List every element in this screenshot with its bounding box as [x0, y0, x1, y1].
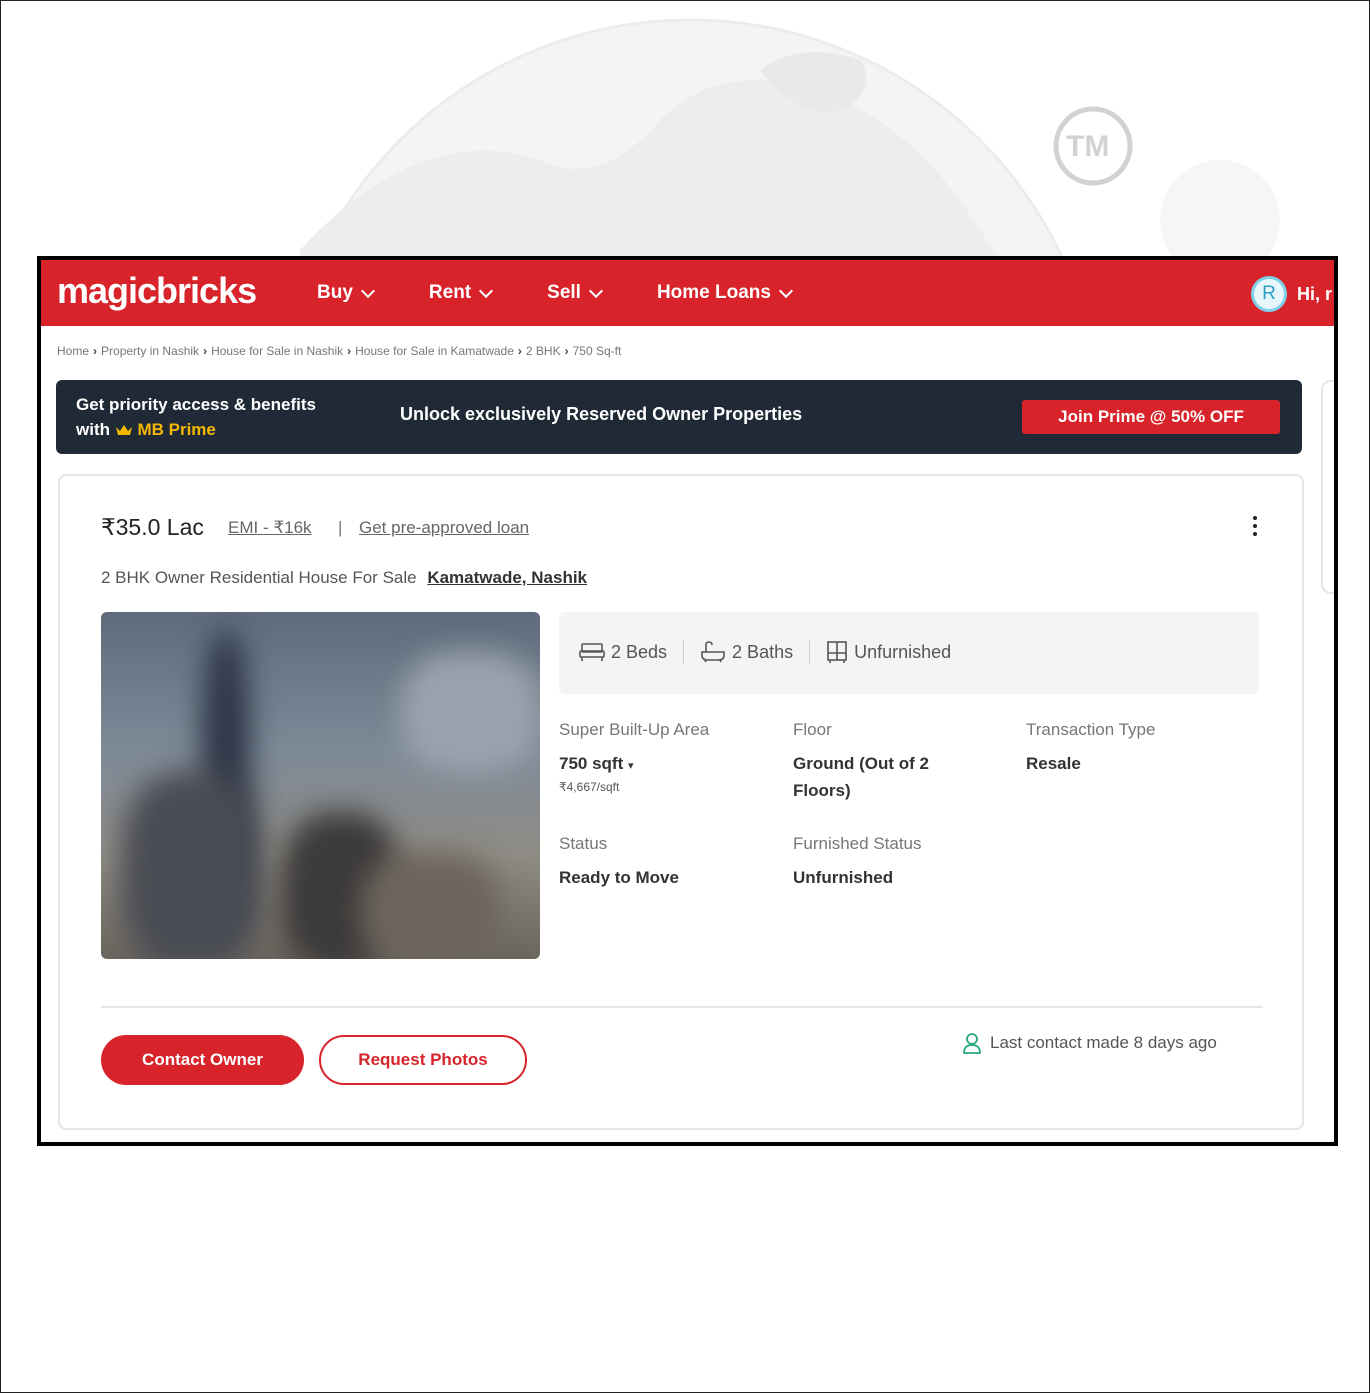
amenity-divider	[809, 640, 811, 664]
baths-label: 2 Baths	[732, 641, 794, 662]
spec-transaction: Transaction Type Resale	[1026, 720, 1246, 777]
request-photos-button[interactable]: Request Photos	[319, 1035, 527, 1085]
locality-link[interactable]: Kamatwade, Nashik	[427, 568, 587, 587]
spec-area: Super Built-Up Area 750 sqft ▾ ₹4,667/sq…	[559, 720, 779, 794]
more-options-icon[interactable]	[1250, 516, 1260, 542]
furnished-label: Furnished Status	[793, 834, 922, 853]
breadcrumb-separator-icon: ›	[203, 344, 208, 358]
property-price: ₹35.0 Lac	[101, 514, 204, 540]
breadcrumb-2bhk[interactable]: 2 BHK	[526, 344, 561, 358]
dropdown-arrow-icon: ▾	[627, 760, 634, 772]
property-photo[interactable]	[101, 612, 540, 959]
nav-rent[interactable]: Rent	[428, 282, 494, 304]
breadcrumb: Home › Property in Nashik › House for Sa…	[57, 344, 621, 358]
prime-title-line2: with MB Prime	[76, 417, 316, 442]
nav-home-loans[interactable]: Home Loans	[656, 282, 794, 304]
join-prime-button[interactable]: Join Prime @ 50% OFF	[1022, 400, 1280, 434]
nav-buy[interactable]: Buy	[317, 282, 375, 304]
prime-with-text: with	[76, 420, 110, 439]
furnished-value: Unfurnished	[793, 868, 894, 887]
property-subtitle: 2 BHK Owner Residential House For Sale K…	[101, 568, 587, 588]
chevron-down-icon	[479, 283, 494, 298]
chevron-down-icon	[360, 283, 375, 298]
prime-banner: Get priority access & benefits with MB P…	[56, 380, 1302, 454]
breadcrumb-house-sale-kamatwade[interactable]: House for Sale in Kamatwade	[355, 344, 514, 358]
baths-item: 2 Baths	[700, 641, 793, 663]
property-card: ₹35.0 Lac EMI - ₹16k | Get pre-approved …	[58, 474, 1304, 1130]
side-panel-edge	[1321, 380, 1334, 594]
nav-buy-label: Buy	[317, 282, 353, 303]
bathtub-icon	[701, 641, 725, 663]
bed-icon	[579, 643, 605, 661]
chevron-down-icon	[778, 283, 794, 298]
card-divider	[101, 1006, 1263, 1008]
area-value[interactable]: 750 sqft ▾	[559, 750, 779, 780]
breadcrumb-separator-icon: ›	[347, 344, 352, 358]
pre-approved-loan-link[interactable]: Get pre-approved loan	[359, 518, 529, 538]
price-separator: |	[338, 518, 343, 537]
breadcrumb-property-in-nashik[interactable]: Property in Nashik	[101, 344, 199, 358]
nav-home-loans-label: Home Loans	[656, 282, 771, 303]
trademark-symbol: TM	[1066, 130, 1110, 163]
emi-link[interactable]: EMI - ₹16k	[228, 518, 312, 538]
last-contact-info: Last contact made 8 days ago	[962, 1032, 1217, 1054]
nav-rent-label: Rent	[428, 282, 472, 303]
chevron-down-icon	[588, 283, 604, 298]
spec-floor: Floor Ground (Out of 2 Floors)	[793, 720, 973, 804]
furnishing-label: Unfurnished	[854, 641, 952, 662]
breadcrumb-separator-icon: ›	[564, 344, 569, 358]
area-value-text: 750 sqft	[559, 754, 624, 773]
wardrobe-icon	[827, 641, 847, 663]
nav-menu: Buy Rent Sell Home Loans	[317, 282, 847, 304]
top-navbar: magicbricks Buy Rent Sell Home Loans R H…	[41, 260, 1334, 326]
amenity-divider	[683, 640, 685, 664]
breadcrumb-separator-icon: ›	[93, 344, 98, 358]
transaction-label: Transaction Type	[1026, 720, 1156, 739]
user-avatar[interactable]: R	[1251, 276, 1287, 312]
last-contact-text: Last contact made 8 days ago	[990, 1033, 1217, 1052]
status-value: Ready to Move	[559, 868, 679, 887]
listing-screenshot: magicbricks Buy Rent Sell Home Loans R H…	[37, 256, 1338, 1146]
property-type-text: 2 BHK Owner Residential House For Sale	[101, 568, 417, 587]
magicbricks-logo[interactable]: magicbricks	[57, 270, 257, 312]
furnishing-item: Unfurnished	[826, 640, 951, 664]
breadcrumb-home[interactable]: Home	[57, 344, 89, 358]
contact-owner-button[interactable]: Contact Owner	[101, 1035, 304, 1085]
prime-title: Get priority access & benefits with MB P…	[76, 392, 316, 442]
nav-sell[interactable]: Sell	[547, 282, 604, 304]
user-greeting[interactable]: Hi, r	[1297, 284, 1332, 305]
amenities-row: 2 Beds 2 Baths Unfurnished	[579, 640, 951, 664]
nav-sell-label: Sell	[547, 282, 581, 303]
area-rate: ₹4,667/sqft	[559, 780, 620, 794]
floor-label: Floor	[793, 720, 832, 739]
prime-unlock-text: Unlock exclusively Reserved Owner Proper…	[400, 404, 803, 424]
spec-status: Status Ready to Move	[559, 834, 779, 891]
prime-brand: MB Prime	[137, 420, 216, 439]
status-label: Status	[559, 834, 608, 853]
user-icon	[963, 1033, 981, 1054]
globe-watermark: TM	[0, 0, 1370, 260]
spec-furnished: Furnished Status Unfurnished	[793, 834, 1013, 891]
crown-icon	[115, 425, 132, 435]
breadcrumb-separator-icon: ›	[517, 344, 522, 358]
prime-title-line1: Get priority access & benefits	[76, 395, 316, 414]
breadcrumb-house-sale-nashik[interactable]: House for Sale in Nashik	[211, 344, 343, 358]
beds-label: 2 Beds	[611, 641, 668, 662]
transaction-value: Resale	[1026, 754, 1081, 773]
beds-item: 2 Beds	[579, 642, 667, 663]
amenities-bar: 2 Beds 2 Baths Unfurnished	[559, 612, 1259, 694]
area-label: Super Built-Up Area	[559, 720, 710, 739]
breadcrumb-750-sqft: 750 Sq-ft	[572, 344, 622, 358]
floor-value: Ground (Out of 2 Floors)	[793, 754, 929, 800]
